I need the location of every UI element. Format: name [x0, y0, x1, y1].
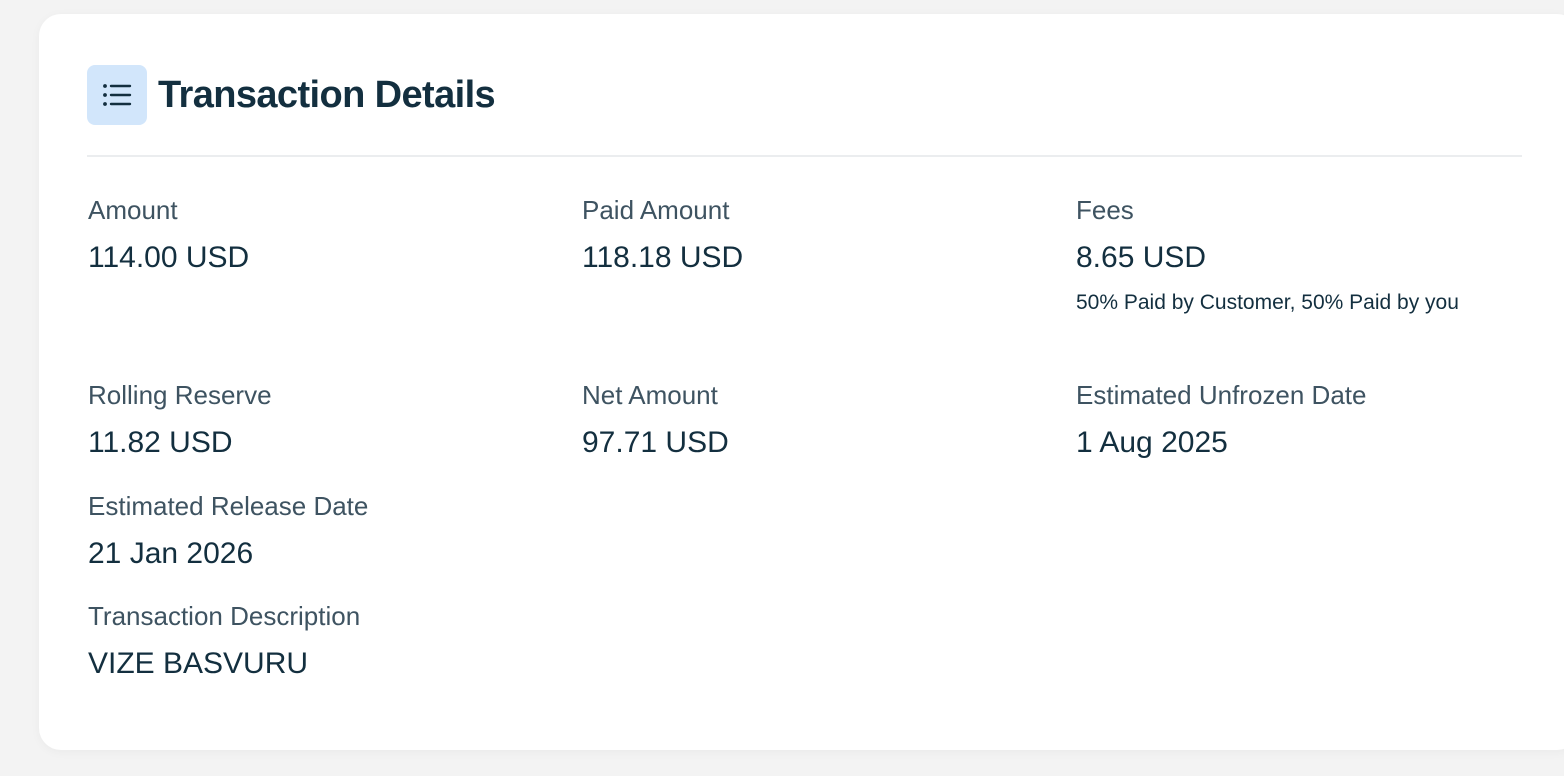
field-fees: Fees 8.65 USD 50% Paid by Customer, 50% … [1076, 194, 1506, 322]
field-net-amount: Net Amount 97.71 USD [582, 379, 729, 461]
field-value: 114.00 USD [88, 241, 250, 274]
field-label: Fees [1076, 195, 1134, 225]
field-label: Rolling Reserve [88, 380, 272, 410]
field-value: 21 Jan 2026 [88, 537, 254, 570]
field-rolling-reserve: Rolling Reserve 11.82 USD [88, 379, 272, 461]
header-divider [87, 155, 1522, 157]
field-estimated-unfrozen-date: Estimated Unfrozen Date 1 Aug 2025 [1076, 379, 1366, 461]
field-amount: Amount 114.00 USD [88, 194, 249, 276]
list-icon [87, 65, 147, 125]
field-label: Amount [88, 195, 178, 225]
field-value: 11.82 USD [88, 426, 233, 459]
field-label: Estimated Unfrozen Date [1076, 380, 1367, 410]
field-label: Estimated Release Date [88, 491, 369, 521]
field-value: 118.18 USD [582, 241, 744, 274]
field-estimated-release-date: Estimated Release Date 21 Jan 2026 [88, 490, 368, 572]
field-value: VIZE BASVURU [88, 647, 309, 680]
field-value: 97.71 USD [582, 426, 729, 459]
field-label: Paid Amount [582, 195, 730, 225]
fees-split-note: 50% Paid by Customer, 50% Paid by you [1076, 291, 1459, 314]
field-transaction-description: Transaction Description VIZE BASVURU [88, 600, 360, 682]
field-paid-amount: Paid Amount 118.18 USD [582, 194, 743, 276]
field-label: Net Amount [582, 380, 718, 410]
field-value: 1 Aug 2025 [1076, 426, 1228, 459]
card-title: Transaction Details [158, 73, 496, 116]
field-value: 8.65 USD [1076, 241, 1207, 274]
card-header: Transaction Details [87, 65, 496, 125]
transaction-details-card: Transaction Details Amount 114.00 USD Pa… [39, 14, 1564, 750]
field-label: Transaction Description [88, 601, 361, 631]
